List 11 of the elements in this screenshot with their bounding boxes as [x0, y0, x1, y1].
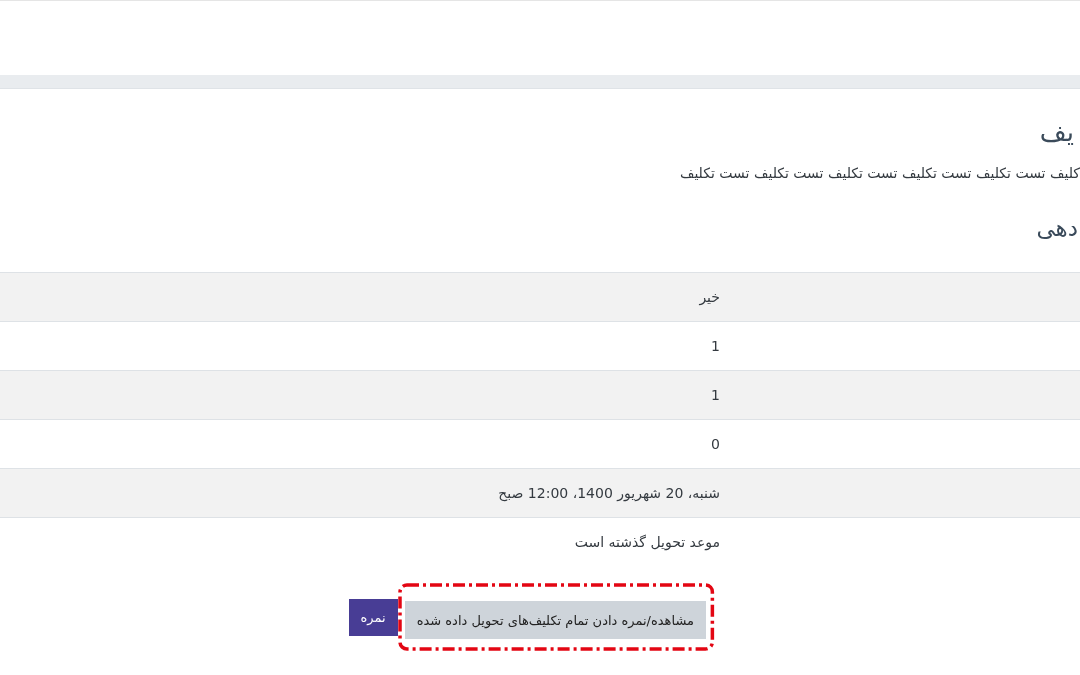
- table-cell-text: 0: [711, 435, 720, 454]
- grade-button[interactable]: نمره: [348, 598, 398, 636]
- table-cell-text: موعد تحویل گذشته است: [574, 533, 720, 552]
- table-cell-text: 1: [711, 337, 720, 356]
- table-cell-text: 1: [711, 386, 720, 405]
- section-title: دهی: [1036, 214, 1079, 243]
- view-all-submissions-button[interactable]: مشاهده/نمره دادن تمام تکلیف‌های تحویل داده شده: [404, 601, 706, 639]
- description-text: کلیف تست تکلیف تست تکلیف تست تکلیف تست تکلیف تست تکلیف: [679, 164, 1080, 183]
- table-cell-text: شنبه، 20 شهریور 1400، 12:00 صبح: [498, 484, 720, 503]
- table-cell-text: خیر: [699, 288, 720, 307]
- page-title: یف: [1039, 116, 1075, 149]
